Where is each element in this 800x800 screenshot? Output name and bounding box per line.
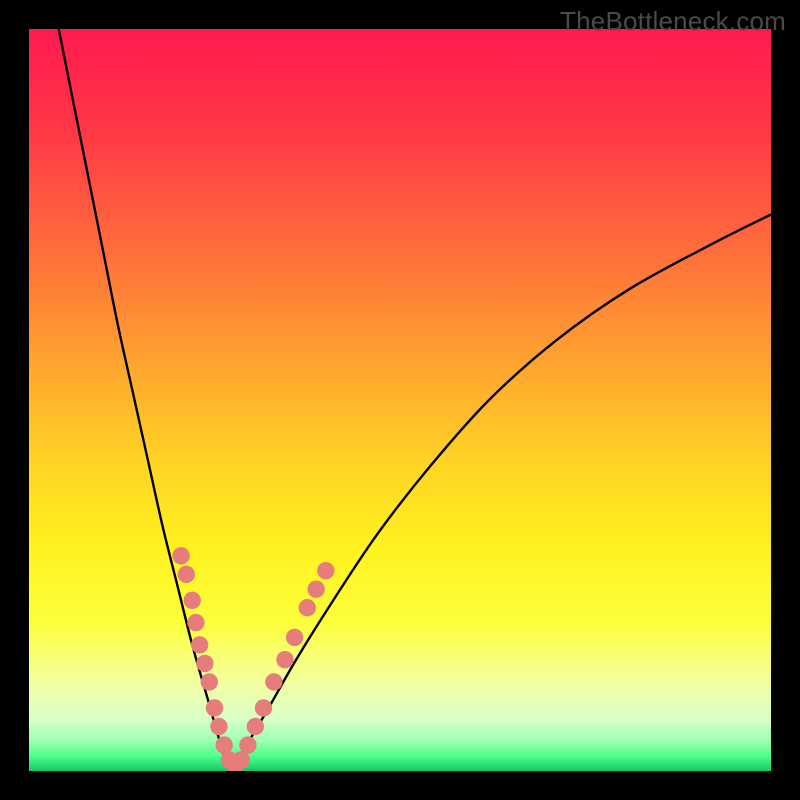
- data-point: [276, 651, 293, 668]
- data-point: [210, 718, 227, 735]
- data-point: [187, 614, 204, 631]
- watermark-text: TheBottleneck.com: [560, 6, 786, 37]
- chart-svg: [29, 29, 771, 771]
- data-point: [299, 599, 316, 616]
- data-point: [247, 718, 264, 735]
- data-point: [215, 736, 232, 753]
- data-point: [286, 629, 303, 646]
- data-point: [255, 699, 272, 716]
- data-point: [233, 751, 250, 768]
- data-point: [317, 562, 334, 579]
- data-point: [191, 636, 208, 653]
- data-point: [239, 736, 256, 753]
- data-point: [201, 673, 218, 690]
- data-point: [265, 673, 282, 690]
- data-point: [307, 581, 324, 598]
- curve-branch: [229, 215, 771, 772]
- data-point: [196, 655, 213, 672]
- data-point: [172, 547, 189, 564]
- bottleneck-curve: [59, 29, 771, 771]
- plot-area: [29, 29, 771, 771]
- data-point: [184, 592, 201, 609]
- data-point: [178, 566, 195, 583]
- data-point: [206, 699, 223, 716]
